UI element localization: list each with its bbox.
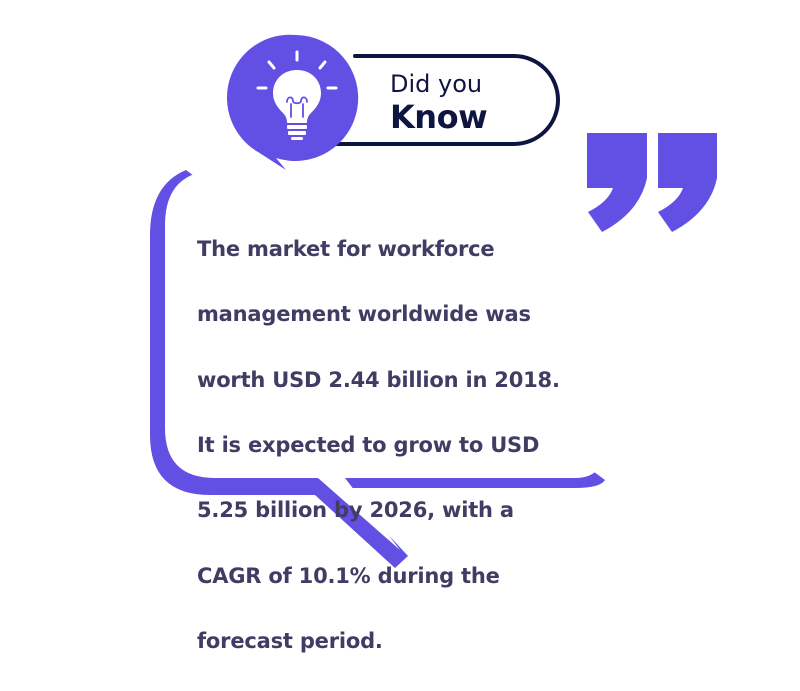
fact-line: forecast period. [197, 629, 383, 654]
fact-line: The market for workforce [197, 236, 495, 261]
lightbulb-icon [226, 34, 359, 170]
badge-title-line1: Did you [390, 70, 483, 98]
closing-quote-icon [587, 133, 717, 232]
did-you-know-card: Did you Know The market for workforce ma… [0, 0, 800, 653]
fact-line: worth USD 2.44 billion in 2018. [197, 367, 560, 392]
fact-line: CAGR of 10.1% during the [197, 563, 500, 588]
badge-title-line2: Know [390, 98, 488, 136]
fact-line: It is expected to grow to USD [197, 432, 540, 457]
fact-paragraph: The market for workforce management worl… [197, 200, 597, 691]
fact-line: management worldwide was [197, 302, 531, 327]
fact-line: 5.25 billion by 2026, with a [197, 498, 514, 523]
